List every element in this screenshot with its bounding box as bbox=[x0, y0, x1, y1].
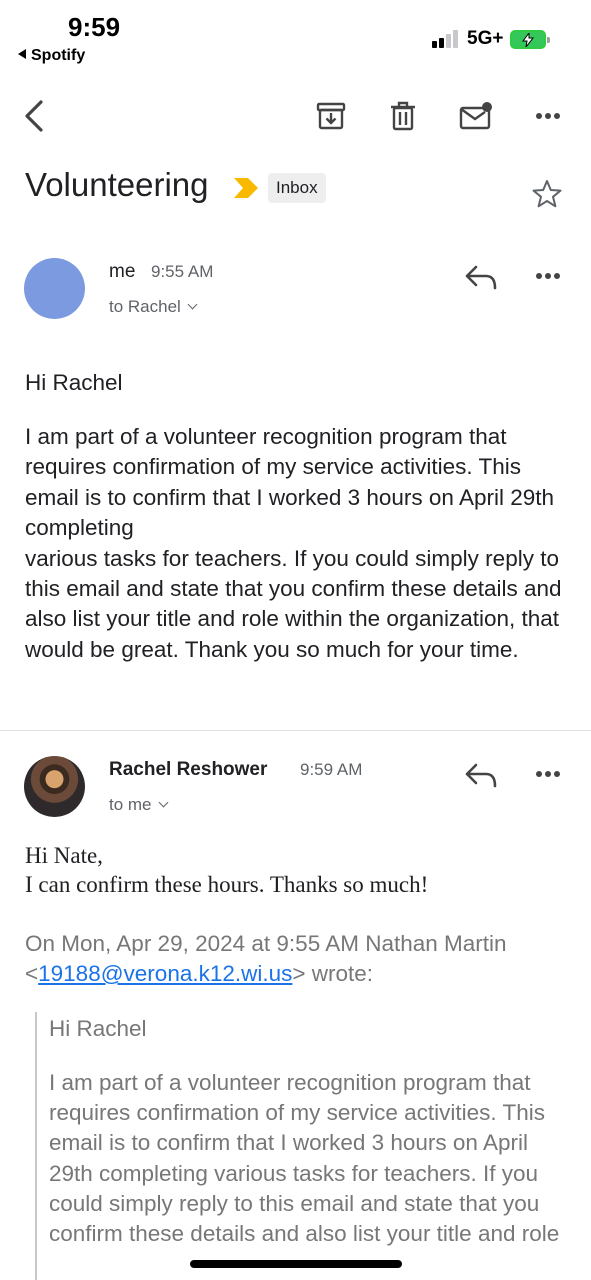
recipient-text: to Rachel bbox=[109, 297, 181, 316]
message-more-icon[interactable] bbox=[535, 770, 561, 778]
message-more-icon[interactable] bbox=[535, 272, 561, 280]
sender-name: me bbox=[109, 261, 136, 282]
sender-avatar-photo[interactable] bbox=[24, 756, 85, 817]
chevron-down-icon bbox=[158, 797, 168, 808]
sender-email-link[interactable]: 19188@verona.k12.wi.us bbox=[38, 961, 292, 986]
reply-icon[interactable] bbox=[464, 762, 498, 788]
message-body-greeting: Hi Rachel bbox=[25, 370, 123, 395]
trash-icon[interactable] bbox=[383, 96, 423, 136]
message-body: I am part of a volunteer recognition pro… bbox=[25, 424, 562, 662]
status-bar: 9:59 Spotify 5G+ bbox=[0, 0, 591, 70]
inbox-label-chip[interactable]: Inbox bbox=[268, 173, 326, 203]
importance-marker-icon[interactable] bbox=[232, 178, 260, 198]
message-time: 9:59 AM bbox=[300, 760, 363, 779]
thread-subject: Volunteering bbox=[25, 166, 209, 203]
reply-greeting: Hi Nate, bbox=[25, 843, 103, 868]
sender-name: Rachel Reshower bbox=[109, 759, 268, 780]
back-chevron-icon[interactable] bbox=[14, 96, 54, 136]
back-triangle-icon bbox=[18, 49, 26, 59]
mark-unread-icon[interactable] bbox=[456, 96, 496, 136]
star-icon[interactable] bbox=[531, 178, 563, 210]
home-indicator[interactable] bbox=[190, 1260, 402, 1268]
archive-icon[interactable] bbox=[311, 96, 351, 136]
quoted-attribution: On Mon, Apr 29, 2024 at 9:55 AM Nathan M… bbox=[25, 929, 565, 989]
back-app-label: Spotify bbox=[31, 47, 86, 64]
cellular-signal-icon bbox=[432, 30, 462, 48]
quoted-body: I am part of a volunteer recognition pro… bbox=[49, 1070, 560, 1247]
status-time: 9:59 bbox=[68, 12, 121, 42]
recipient-details-toggle[interactable]: to Rachel bbox=[109, 297, 198, 317]
quoted-greeting: Hi Rachel bbox=[49, 1016, 147, 1041]
message-time: 9:55 AM bbox=[151, 262, 214, 281]
reply-icon[interactable] bbox=[464, 264, 498, 290]
back-to-app-link[interactable]: Spotify bbox=[18, 47, 85, 65]
sender-avatar[interactable] bbox=[24, 258, 85, 319]
recipient-text: to me bbox=[109, 795, 152, 814]
quote-header-suffix: > wrote: bbox=[292, 961, 374, 986]
network-type: 5G+ bbox=[467, 28, 504, 49]
chevron-down-icon bbox=[187, 299, 198, 310]
reply-body: I can confirm these hours. Thanks so muc… bbox=[25, 872, 429, 897]
more-options-icon[interactable] bbox=[528, 96, 568, 136]
battery-charging-icon bbox=[510, 30, 550, 49]
recipient-details-toggle[interactable]: to me bbox=[109, 795, 168, 815]
message-divider bbox=[0, 730, 591, 731]
message-toolbar bbox=[0, 88, 591, 144]
quote-bar bbox=[35, 1012, 37, 1280]
